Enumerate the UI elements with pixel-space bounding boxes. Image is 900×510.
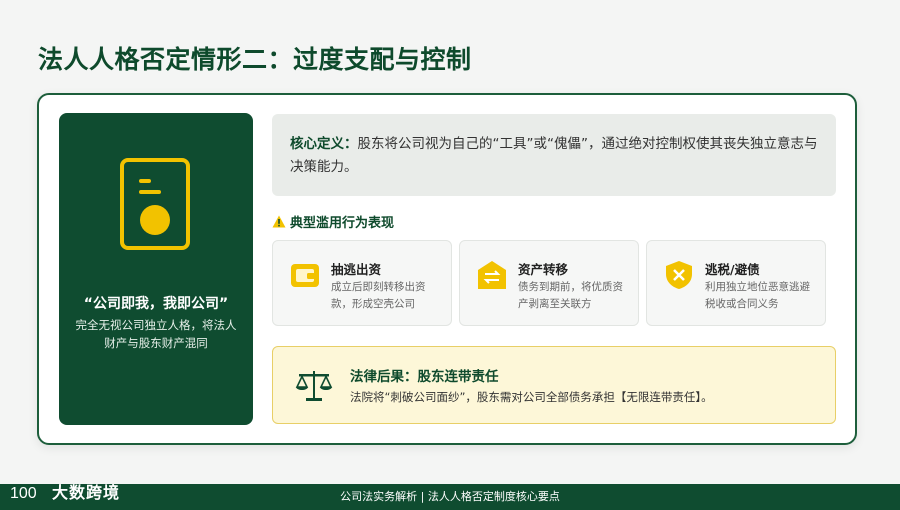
behavior-card-capital-withdrawal: 抽逃出资 成立后即刻转移出资款，形成空壳公司 — [272, 240, 452, 326]
scale-icon — [295, 371, 333, 401]
consequence-title: 法律后果：股东连带责任 — [350, 369, 499, 385]
behavior-title: 逃税/避债 — [705, 262, 760, 277]
section-heading: 典型滥用行为表现 — [272, 212, 394, 231]
wallet-icon — [291, 264, 319, 287]
section-heading-text: 典型滥用行为表现 — [290, 216, 395, 231]
behavior-title: 抽逃出资 — [331, 262, 382, 277]
page-title: 法人人格否定情形二：过度支配与控制 — [38, 45, 472, 74]
behavior-desc: 利用独立地位恶意逃避税收或合同义务 — [705, 281, 810, 310]
definition-label: 核心定义： — [290, 136, 358, 152]
behavior-desc: 成立后即刻转移出资款，形成空壳公司 — [331, 281, 426, 310]
panel-description: 完全无视公司独立人格，将法人财产与股东财产混同 — [75, 318, 237, 350]
legal-consequence-box: 法律后果：股东连带责任 法院将“刺破公司面纱”，股东需对公司全部债务承担【无限连… — [272, 346, 836, 424]
shield-x-icon — [666, 261, 692, 289]
brand-logo: 100 大数跨境 — [8, 478, 120, 504]
behavior-title: 资产转移 — [518, 262, 569, 277]
footer-bar: 公司法实务解析 | 法人人格否定制度核心要点 — [0, 484, 900, 510]
brand-name: 大数跨境 — [52, 483, 121, 502]
warning-icon — [272, 215, 286, 228]
brand-mark-text: 100 — [10, 485, 37, 502]
behavior-card-tax-evasion: 逃税/避债 利用独立地位恶意逃避税收或合同义务 — [646, 240, 826, 326]
definition-text: 股东将公司视为自己的“工具”或“傀儡”，通过绝对控制权使其丧失独立意志与决策能力… — [290, 136, 818, 175]
transfer-icon — [478, 261, 506, 289]
behavior-card-asset-transfer: 资产转移 债务到期前，将优质资产剥离至关联方 — [459, 240, 639, 326]
consequence-text: 法院将“刺破公司面纱”，股东需对公司全部债务承担【无限连带责任】。 — [350, 390, 713, 404]
content-card: “公司即我，我即公司” 完全无视公司独立人格，将法人财产与股东财产混同 核心定义… — [37, 93, 857, 445]
panel-quote: “公司即我，我即公司” — [83, 296, 229, 312]
document-icon — [120, 158, 190, 250]
behavior-desc: 债务到期前，将优质资产剥离至关联方 — [518, 281, 623, 310]
brand-mark-icon: 100 — [10, 485, 37, 502]
definition-box: 核心定义：股东将公司视为自己的“工具”或“傀儡”，通过绝对控制权使其丧失独立意志… — [272, 114, 836, 196]
footer-text: 公司法实务解析 | 法人人格否定制度核心要点 — [340, 490, 560, 503]
left-highlight-panel: “公司即我，我即公司” 完全无视公司独立人格，将法人财产与股东财产混同 — [59, 113, 253, 425]
